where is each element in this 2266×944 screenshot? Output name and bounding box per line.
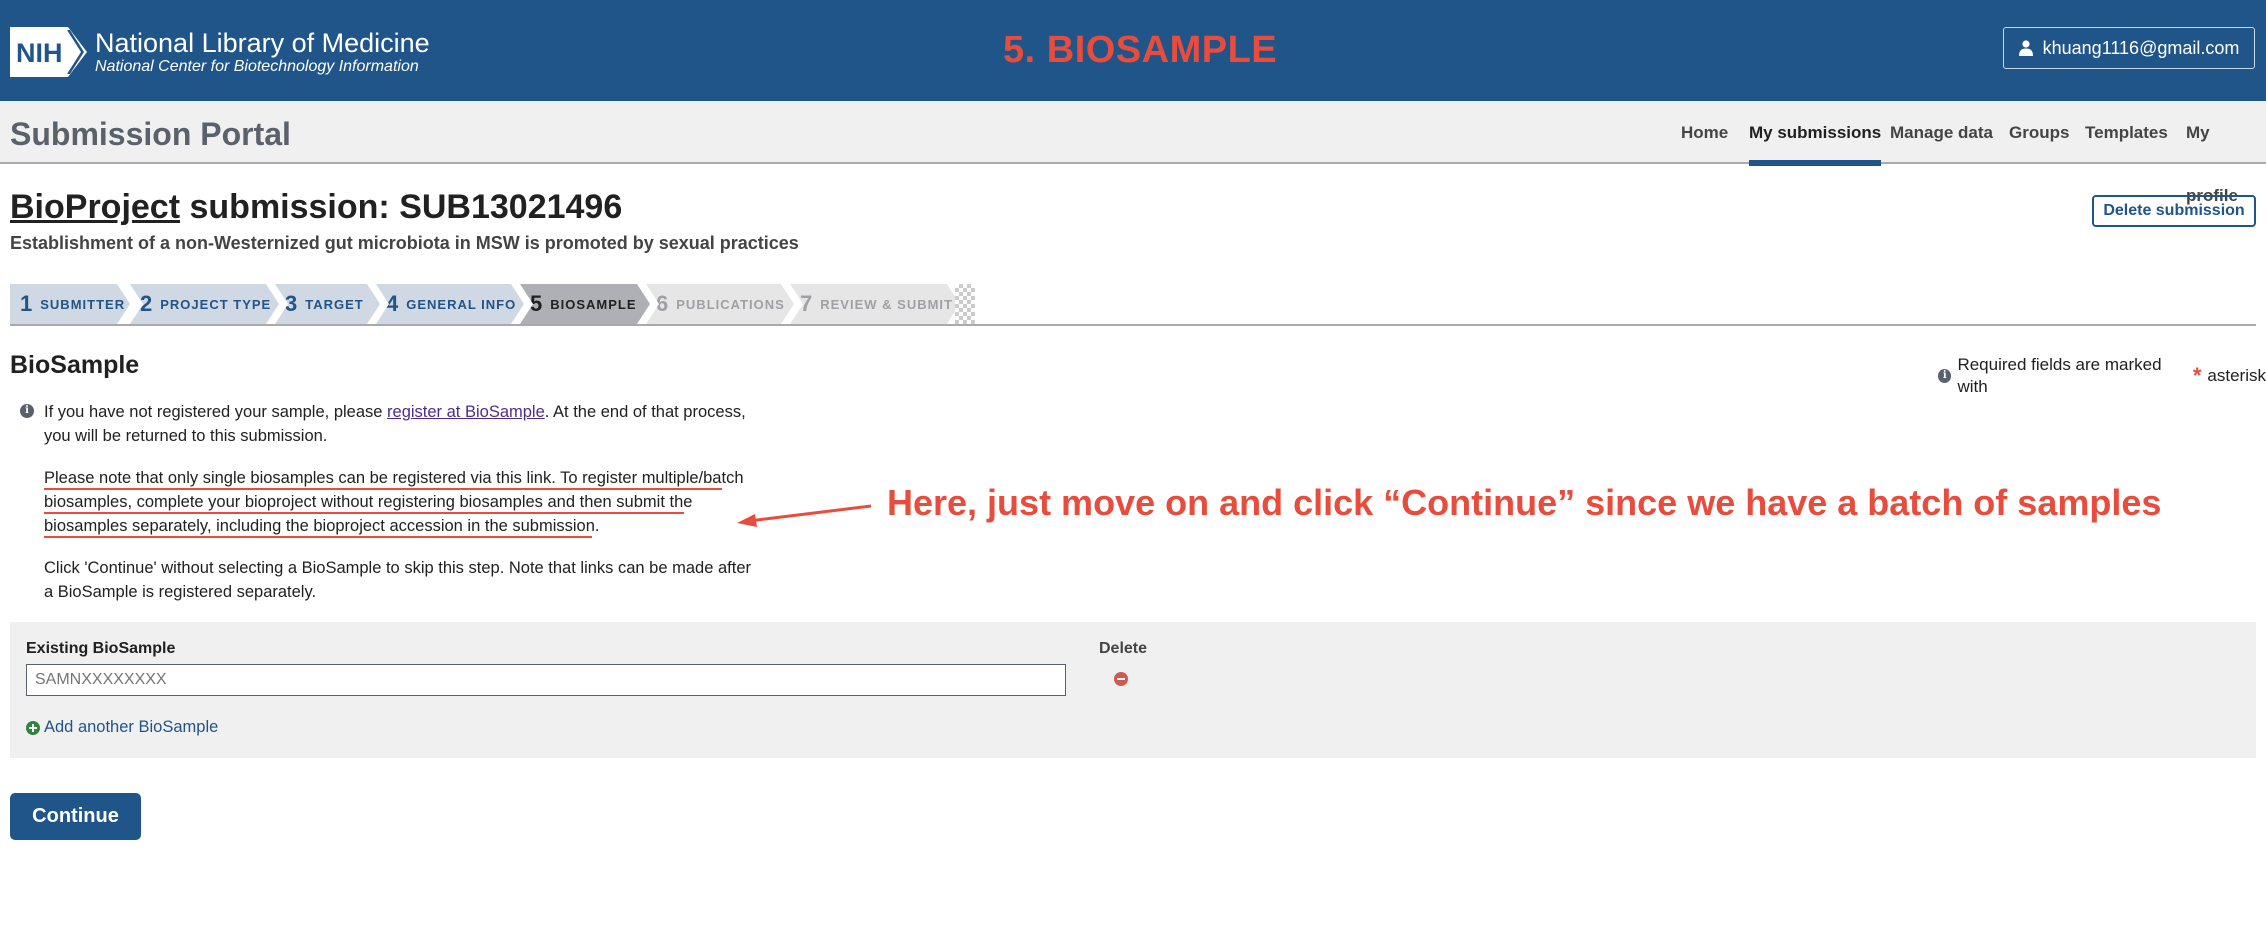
- info-paragraph-2: Please note that only single biosamples …: [44, 469, 744, 535]
- user-icon: [2018, 40, 2033, 56]
- steps-divider: [10, 324, 2256, 326]
- required-note-word: asterisk: [2207, 366, 2266, 385]
- annotation-underline: [44, 512, 684, 514]
- add-biosample-label: Add another BioSample: [44, 718, 219, 736]
- nav-my-profile[interactable]: My profile: [2186, 101, 2266, 205]
- nav-my-submissions[interactable]: My submissions: [1749, 101, 1882, 166]
- annotation-underline: [44, 536, 592, 538]
- plus-icon: [26, 720, 40, 735]
- step-banner: 5. BIOSAMPLE: [1003, 29, 1278, 71]
- continue-button[interactable]: Continue: [10, 793, 141, 840]
- existing-biosample-label: Existing BioSample: [26, 640, 176, 657]
- step-submitter[interactable]: 1 SUBMITTER: [10, 284, 130, 324]
- remove-icon[interactable]: [1114, 672, 1128, 686]
- submission-title: BioProject submission: SUB13021496: [10, 186, 622, 228]
- register-biosample-link[interactable]: register at BioSample: [387, 403, 545, 421]
- org-title: National Library of Medicine: [95, 28, 430, 58]
- submission-id: submission: SUB13021496: [180, 188, 623, 226]
- existing-biosample-panel: Existing BioSample Delete Add another Bi…: [10, 622, 2256, 758]
- biosample-input[interactable]: [26, 664, 1066, 696]
- user-email: khuang1116@gmail.com: [2042, 37, 2240, 58]
- nav-manage-data[interactable]: Manage data: [1890, 101, 1993, 164]
- required-note-text: Required fields are marked with: [1957, 355, 2162, 396]
- top-header: NIH National Library of Medicine Nationa…: [0, 0, 2266, 101]
- nih-logo-text: NIH: [16, 38, 63, 68]
- delete-submission-button[interactable]: Delete submission: [2092, 195, 2256, 227]
- required-note: i Required fields are marked with * aste…: [1938, 354, 2266, 398]
- info-icon: i: [1938, 369, 1952, 383]
- annotation-underline: [44, 488, 722, 490]
- steps-end-pattern: [955, 284, 975, 324]
- wizard-steps: 1 SUBMITTER 2 PROJECT TYPE 3 TARGET 4 GENERA…: [10, 284, 975, 324]
- nav-templates[interactable]: Templates: [2085, 101, 2168, 164]
- info-paragraph-1: If you have not registered your sample, …: [44, 403, 746, 445]
- info-icon: i: [20, 404, 34, 418]
- delete-column-label: Delete: [1099, 640, 1148, 657]
- info-block: If you have not registered your sample, …: [44, 400, 754, 622]
- bioproject-link[interactable]: BioProject: [10, 188, 180, 226]
- step-target[interactable]: 3 TARGET: [275, 284, 380, 324]
- nav-groups[interactable]: Groups: [2009, 101, 2069, 164]
- asterisk-icon: *: [2192, 363, 2202, 388]
- annotation-text: Here, just move on and click “Continue” …: [887, 482, 2162, 523]
- nav-home[interactable]: Home: [1681, 101, 1728, 164]
- portal-bar: Submission Portal Home My submissions Ma…: [0, 101, 2266, 205]
- step-project-type[interactable]: 2 PROJECT TYPE: [130, 284, 279, 324]
- step-general-info[interactable]: 4 GENERAL INFO: [376, 284, 524, 324]
- portal-title[interactable]: Submission Portal: [10, 115, 291, 153]
- section-title: BioSample: [10, 351, 140, 379]
- info-paragraph-3: Click 'Continue' without selecting a Bio…: [44, 559, 751, 601]
- add-biosample-link[interactable]: Add another BioSample: [26, 718, 218, 737]
- user-account-button[interactable]: khuang1116@gmail.com: [2003, 27, 2255, 69]
- step-biosample[interactable]: 5 BIOSAMPLE: [520, 284, 650, 324]
- org-subtitle: National Center for Biotechnology Inform…: [95, 58, 419, 75]
- nih-logo[interactable]: NIH: [10, 27, 87, 77]
- step-review-submit: 7 REVIEW & SUBMIT: [790, 284, 960, 324]
- step-publications: 6 PUBLICATIONS: [646, 284, 794, 324]
- annotation-arrow-icon: [737, 504, 872, 527]
- submission-description: Establishment of a non-Westernized gut m…: [10, 233, 799, 253]
